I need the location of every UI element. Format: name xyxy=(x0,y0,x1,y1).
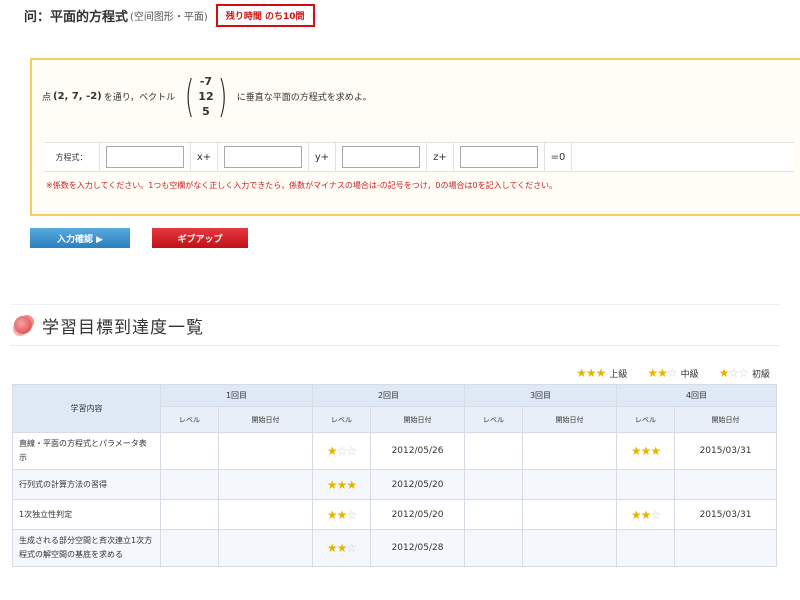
section-title: 学習目標到達度一覧 xyxy=(42,317,204,338)
point-coordinates: (2, 7, -2) xyxy=(53,91,102,102)
question-title: 问：平面的方程式 xyxy=(24,9,129,25)
giveup-button[interactable]: ギブアップ xyxy=(152,228,248,248)
coef-c-input[interactable] xyxy=(342,146,420,168)
separator-eq: =0 xyxy=(544,142,572,172)
round-header-1: 1回目 xyxy=(160,384,313,407)
submit-button[interactable]: 入力確認 ▶ xyxy=(30,228,130,248)
coef-d-input[interactable] xyxy=(460,146,538,168)
vector-components: -7 12 5 xyxy=(198,74,213,119)
start-date-cell xyxy=(674,469,777,500)
learning-content-cell: 生成される部分空間と斉次連立1次方程式の解空間の基底を求める xyxy=(12,529,161,567)
date-header: 開始日付 xyxy=(674,406,777,433)
date-header: 開始日付 xyxy=(218,406,313,433)
round-header-3: 3回目 xyxy=(464,384,617,407)
vector-y: 12 xyxy=(198,90,214,103)
learning-content-cell: 直線・平面の方程式とパラメータ表示 xyxy=(12,432,161,470)
start-date-cell xyxy=(218,432,313,470)
star-icon: ★★★ xyxy=(576,366,606,380)
start-date-cell xyxy=(522,469,617,500)
remaining-badge: 残り時間 のち10問 xyxy=(215,3,315,27)
round-header-2: 2回目 xyxy=(312,384,465,407)
table-header-row: 学習内容 1回目 2回目 3回目 4回目 xyxy=(12,384,777,433)
right-paren-icon: ) xyxy=(217,70,227,122)
level-header: レベル xyxy=(616,406,675,433)
start-date-cell xyxy=(522,432,617,470)
answer-label: 方程式： xyxy=(44,142,100,172)
level-stars-cell xyxy=(464,499,523,530)
vector-z: 5 xyxy=(202,105,210,118)
separator-x: x+ xyxy=(190,142,218,172)
section-header: 学習目標到達度一覧 xyxy=(10,304,780,346)
content-header: 学習内容 xyxy=(12,384,161,433)
legend-label: 上級 xyxy=(609,369,628,380)
level-legend: ★★★ 上級 ★★☆ 中級 ★☆☆ 初級 xyxy=(556,366,770,380)
level-header: レベル xyxy=(160,406,219,433)
start-date-cell: 2015/03/31 xyxy=(674,432,777,470)
star-icon: ★☆☆ xyxy=(718,366,749,380)
start-date-cell: 2012/05/20 xyxy=(370,499,465,530)
star-icon: ★★☆ xyxy=(647,366,677,380)
level-stars-cell xyxy=(160,432,219,470)
level-header: レベル xyxy=(464,406,523,433)
round-header-4: 4回目 xyxy=(616,384,777,407)
separator-z: z+ xyxy=(426,142,454,172)
coef-a-input[interactable] xyxy=(106,146,184,168)
question-title-note: (空间图形・平面) xyxy=(130,11,208,23)
flower-icon xyxy=(14,316,32,334)
normal-vector: ( -7 12 5 ) xyxy=(181,74,231,119)
level-header: レベル xyxy=(312,406,371,433)
start-date-cell xyxy=(522,499,617,530)
date-header: 開始日付 xyxy=(370,406,465,433)
start-date-cell: 2012/05/28 xyxy=(370,529,465,567)
start-date-cell xyxy=(522,529,617,567)
level-stars-cell: ★★☆ xyxy=(312,529,371,567)
start-date-cell xyxy=(218,529,313,567)
level-stars-cell: ★★★ xyxy=(616,432,675,470)
question-panel: 点 (2, 7, -2) を通り，ベクトル ( -7 12 5 ) に垂直な平面… xyxy=(30,58,800,216)
coef-b-input[interactable] xyxy=(224,146,302,168)
vector-x: -7 xyxy=(199,75,213,88)
start-date-cell: 2012/05/20 xyxy=(370,469,465,500)
left-paren-icon: ( xyxy=(184,70,195,122)
table-row: 生成される部分空間と斉次連立1次方程式の解空間の基底を求める ★★☆ 2012/05… xyxy=(12,529,777,567)
table-row: 1次独立性判定 ★★☆ 2012/05/20 ★★☆ 2015/03/31 xyxy=(12,499,777,530)
legend-beginner: ★☆☆ 初級 xyxy=(719,366,770,380)
legend-label: 初級 xyxy=(751,369,770,380)
start-date-cell xyxy=(674,529,777,567)
start-date-cell xyxy=(218,499,313,530)
level-stars-cell xyxy=(464,529,523,567)
statement-prefix: 点 xyxy=(42,93,52,103)
table-row: 行列式の計算方法の習得 ★★★ 2012/05/20 xyxy=(12,469,777,500)
start-date-cell xyxy=(218,469,313,500)
level-stars-cell: ★★★ xyxy=(312,469,371,500)
statement-mid: を通り，ベクトル xyxy=(103,93,176,103)
legend-label: 中級 xyxy=(680,369,699,380)
date-header: 開始日付 xyxy=(522,406,617,433)
level-stars-cell xyxy=(464,432,523,470)
legend-advanced: ★★★ 上級 xyxy=(576,366,627,380)
level-stars-cell xyxy=(160,469,219,500)
separator-y: y+ xyxy=(308,142,336,172)
answer-row: 方程式： x+ y+ z+ =0 xyxy=(44,142,794,172)
start-date-cell: 2015/03/31 xyxy=(674,499,777,530)
answer-note: ※係数を入力してください。1つも空欄がなく正しく入力できたら，係数がマイナスの場… xyxy=(46,181,558,190)
level-stars-cell: ★★☆ xyxy=(616,499,675,530)
question-header: 问：平面的方程式 (空间图形・平面) 残り時間 のち10問 xyxy=(24,3,315,27)
level-stars-cell xyxy=(160,529,219,567)
level-stars-cell: ★★☆ xyxy=(312,499,371,530)
statement-suffix: に垂直な平面の方程式を求めよ。 xyxy=(236,93,372,103)
progress-table: 学習内容 1回目 2回目 3回目 4回目 レベル 開始日付 レベル 開始日付 レ… xyxy=(12,384,777,567)
level-stars-cell xyxy=(160,499,219,530)
start-date-cell: 2012/05/26 xyxy=(370,432,465,470)
question-statement: 点 (2, 7, -2) を通り，ベクトル ( -7 12 5 ) に垂直な平面… xyxy=(42,74,372,119)
legend-intermediate: ★★☆ 中級 xyxy=(647,366,698,380)
level-stars-cell xyxy=(464,469,523,500)
learning-content-cell: 1次独立性判定 xyxy=(12,499,161,530)
level-stars-cell xyxy=(616,469,675,500)
level-stars-cell: ★☆☆ xyxy=(312,432,371,470)
learning-content-cell: 行列式の計算方法の習得 xyxy=(12,469,161,500)
table-row: 直線・平面の方程式とパラメータ表示 ★☆☆ 2012/05/26 ★★★ 2015/03… xyxy=(12,432,777,470)
level-stars-cell xyxy=(616,529,675,567)
